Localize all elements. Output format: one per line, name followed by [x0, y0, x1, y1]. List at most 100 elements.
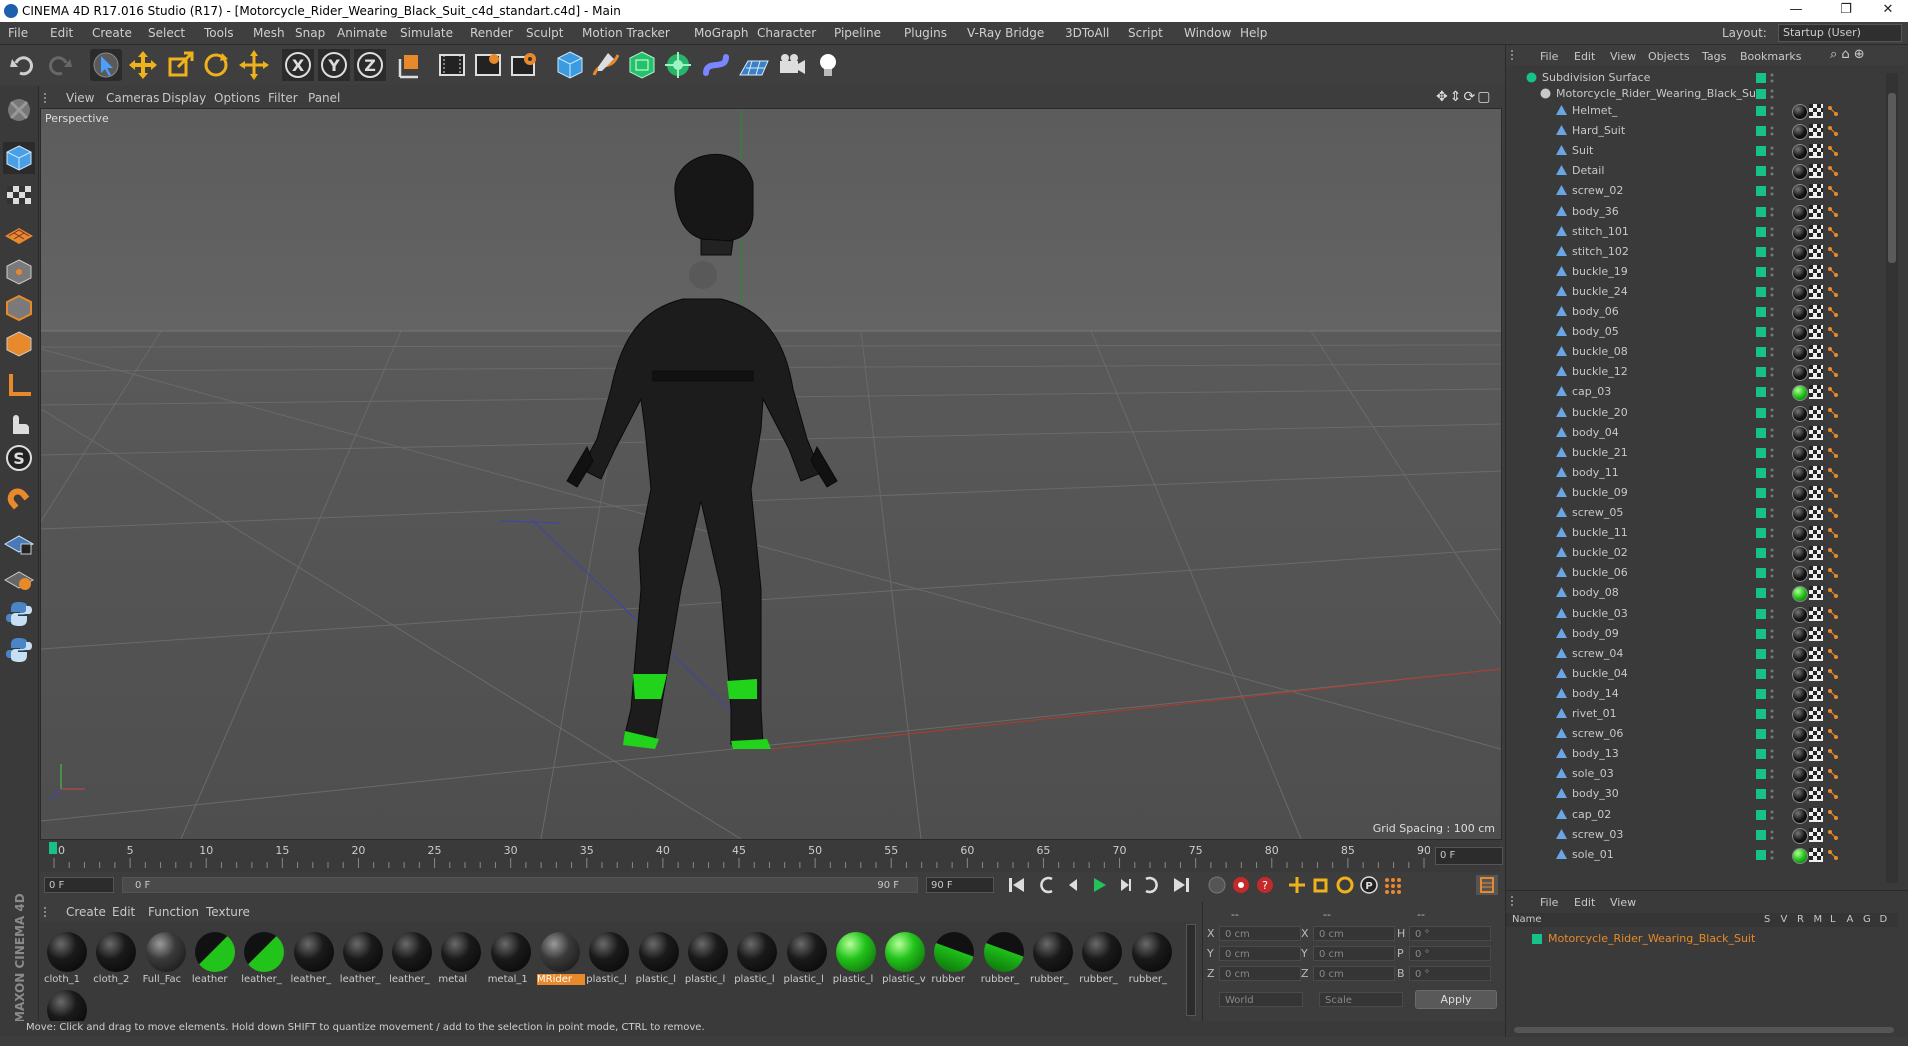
- record-active-objects-icon[interactable]: [1230, 875, 1252, 895]
- coord-value-field[interactable]: 0 cm: [1313, 946, 1395, 961]
- phong-tag-icon[interactable]: [1826, 627, 1840, 641]
- python-script-icon[interactable]: [3, 634, 35, 666]
- coord-value-field[interactable]: 0 cm: [1219, 966, 1301, 981]
- layer-color-swatch[interactable]: [1756, 648, 1766, 659]
- layer-color-swatch[interactable]: [1756, 89, 1766, 99]
- material-swatch[interactable]: leather_: [241, 930, 289, 988]
- key-rotation-icon[interactable]: [1334, 875, 1356, 895]
- visibility-dots-icon[interactable]: [1770, 448, 1774, 458]
- menu-window[interactable]: Window: [1184, 26, 1231, 40]
- layer-color-swatch[interactable]: [1756, 508, 1766, 518]
- texture-tag-icon[interactable]: [1809, 465, 1823, 480]
- texture-tag-icon[interactable]: [1809, 124, 1823, 139]
- object-row[interactable]: stitch_102: [1506, 242, 1886, 262]
- coord-scale-select[interactable]: Scale: [1319, 992, 1403, 1007]
- visibility-dots-icon[interactable]: [1770, 387, 1774, 397]
- layer-color-swatch[interactable]: [1756, 769, 1766, 780]
- layer-color-swatch[interactable]: [1756, 447, 1766, 458]
- material-swatch[interactable]: plastic_l: [734, 930, 782, 988]
- visibility-dots-icon[interactable]: [1770, 166, 1774, 176]
- object-row[interactable]: screw_02: [1506, 181, 1886, 201]
- object-row[interactable]: screw_05: [1506, 503, 1886, 523]
- visibility-dots-icon[interactable]: [1770, 810, 1774, 820]
- menu-render[interactable]: Render: [470, 26, 513, 40]
- material-swatch[interactable]: MRider: [537, 930, 585, 988]
- material-tag-icon[interactable]: [1792, 465, 1808, 482]
- texture-tag-icon[interactable]: [1809, 485, 1823, 500]
- texture-tag-icon[interactable]: [1809, 686, 1823, 701]
- phong-tag-icon[interactable]: [1826, 205, 1840, 219]
- material-menu-create[interactable]: Create: [66, 905, 106, 919]
- texture-tag-icon[interactable]: [1809, 606, 1823, 621]
- phong-tag-icon[interactable]: [1826, 124, 1840, 138]
- texture-tag-icon[interactable]: [1809, 204, 1823, 219]
- menu-file[interactable]: File: [8, 26, 28, 40]
- apply-button[interactable]: Apply: [1415, 990, 1497, 1009]
- phong-tag-icon[interactable]: [1826, 184, 1840, 198]
- layer-color-swatch[interactable]: [1756, 688, 1766, 699]
- object-row[interactable]: buckle_06: [1506, 563, 1886, 583]
- viewport-nav-icons[interactable]: ✥⇕⟳▢: [1436, 89, 1492, 105]
- play-forward-icon[interactable]: [1088, 875, 1110, 895]
- coord-value-field[interactable]: 0 °: [1409, 926, 1491, 941]
- object-row[interactable]: body_14: [1506, 684, 1886, 704]
- object-row[interactable]: body_09: [1506, 624, 1886, 644]
- visibility-dots-icon[interactable]: [1770, 428, 1774, 438]
- texture-tag-icon[interactable]: [1809, 345, 1823, 360]
- perspective-viewport[interactable]: Perspective Grid Spacing : 100 cm: [40, 108, 1502, 840]
- layer-color-swatch[interactable]: [1756, 206, 1766, 217]
- texture-tag-icon[interactable]: [1809, 807, 1823, 822]
- scale-icon[interactable]: [164, 49, 196, 81]
- material-tag-icon[interactable]: [1792, 526, 1808, 543]
- layer-color-swatch[interactable]: [1756, 146, 1766, 157]
- material-swatch[interactable]: plastic_l: [833, 930, 881, 988]
- undo-icon[interactable]: [8, 49, 40, 81]
- material-tag-icon[interactable]: [1792, 224, 1808, 241]
- visibility-dots-icon[interactable]: [1770, 89, 1774, 99]
- object-menu-edit[interactable]: Edit: [1574, 50, 1595, 63]
- texture-tag-icon[interactable]: [1809, 646, 1823, 661]
- live-move-icon[interactable]: [238, 49, 270, 81]
- material-tag-icon[interactable]: [1792, 284, 1808, 301]
- object-row[interactable]: body_11: [1506, 463, 1886, 483]
- material-swatch[interactable]: leather: [192, 930, 240, 988]
- object-menu-file[interactable]: File: [1540, 50, 1558, 63]
- material-swatch[interactable]: plastic_l: [586, 930, 634, 988]
- object-row[interactable]: buckle_02: [1506, 543, 1886, 563]
- phong-tag-icon[interactable]: [1826, 245, 1840, 259]
- menu-tools[interactable]: Tools: [204, 26, 234, 40]
- visibility-dots-icon[interactable]: [1770, 609, 1774, 619]
- layer-color-swatch[interactable]: [1756, 749, 1766, 760]
- object-row[interactable]: body_36: [1506, 202, 1886, 222]
- visibility-dots-icon[interactable]: [1770, 307, 1774, 317]
- menu-edit[interactable]: Edit: [50, 26, 73, 40]
- menu-simulate[interactable]: Simulate: [400, 26, 453, 40]
- layer-color-swatch[interactable]: [1756, 729, 1766, 740]
- x-axis-icon[interactable]: X: [282, 49, 314, 81]
- render-picture-viewer-icon[interactable]: [472, 49, 504, 81]
- phong-tag-icon[interactable]: [1826, 406, 1840, 420]
- visibility-dots-icon[interactable]: [1770, 689, 1774, 699]
- visibility-dots-icon[interactable]: [1770, 247, 1774, 257]
- material-swatch[interactable]: plastic_l: [636, 930, 684, 988]
- object-scroll-thumb[interactable]: [1888, 93, 1896, 263]
- material-swatch[interactable]: rubber_: [981, 930, 1029, 988]
- layer-color-swatch[interactable]: [1756, 588, 1766, 599]
- material-scrollbar[interactable]: [1186, 924, 1196, 1016]
- object-row[interactable]: cap_02: [1506, 805, 1886, 825]
- material-tag-icon[interactable]: [1792, 184, 1808, 201]
- visibility-dots-icon[interactable]: [1770, 588, 1774, 598]
- pen-spline-icon[interactable]: [590, 49, 622, 81]
- material-tag-icon[interactable]: [1792, 847, 1808, 864]
- phong-tag-icon[interactable]: [1826, 486, 1840, 500]
- material-tag-icon[interactable]: [1792, 787, 1808, 804]
- go-to-start-icon[interactable]: [1006, 875, 1028, 895]
- viewport-menu-cameras[interactable]: Cameras: [106, 91, 159, 105]
- workplane-icon[interactable]: [3, 214, 35, 246]
- layer-color-swatch[interactable]: [1756, 487, 1766, 498]
- cube-icon[interactable]: [554, 49, 586, 81]
- material-swatch[interactable]: metal_1: [488, 930, 536, 988]
- menu-create[interactable]: Create: [92, 26, 132, 40]
- menu-sculpt[interactable]: Sculpt: [526, 26, 563, 40]
- menu-mograph[interactable]: MoGraph: [694, 26, 749, 40]
